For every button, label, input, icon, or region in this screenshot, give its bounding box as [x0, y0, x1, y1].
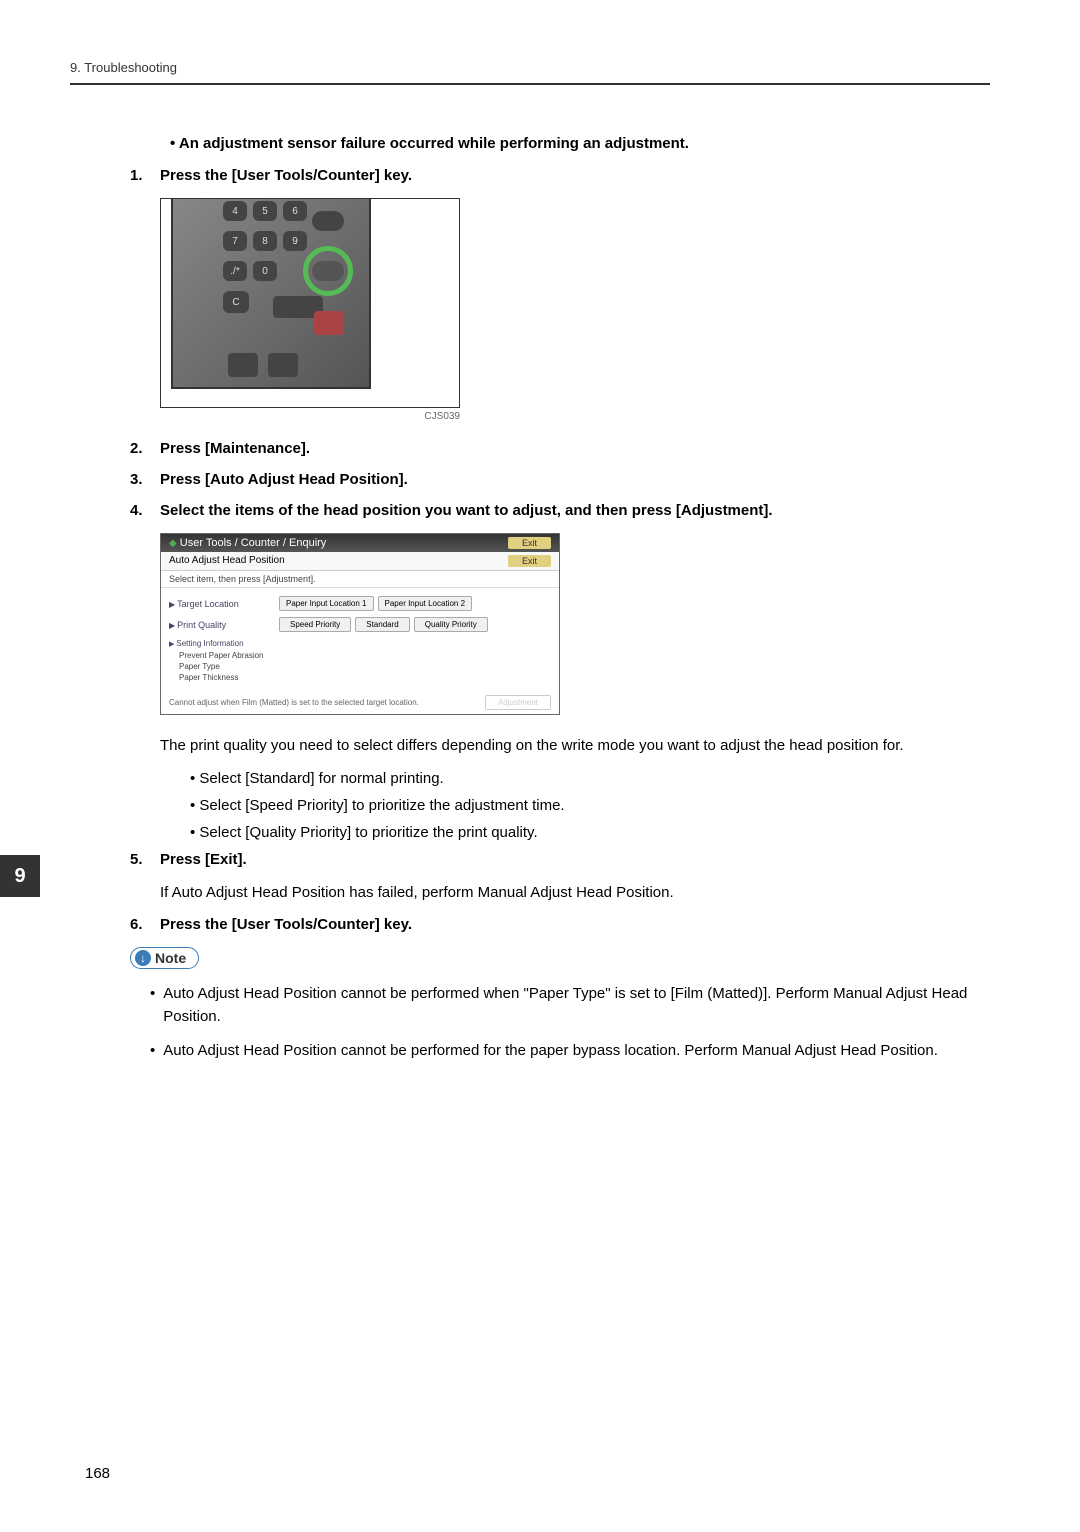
paper-type-label: Paper Type — [169, 661, 551, 672]
dialog-footer: Cannot adjust when Film (Matted) is set … — [161, 691, 559, 714]
step-5-body: If Auto Adjust Head Position has failed,… — [160, 882, 990, 905]
bullet-speed: Select [Speed Priority] to prioritize th… — [190, 797, 990, 814]
step-3: 3. Press [Auto Adjust Head Position]. — [130, 471, 990, 488]
speed-priority-button[interactable]: Speed Priority — [279, 617, 351, 632]
step-5-text: Press [Exit]. — [160, 851, 990, 868]
step-4: 4. Select the items of the head position… — [130, 502, 990, 519]
bottom-button-1 — [228, 353, 258, 377]
page-number: 168 — [85, 1465, 110, 1482]
stop-button — [314, 311, 344, 335]
note-badge: ↓ Note — [130, 947, 199, 969]
paper-thickness-label: Paper Thickness — [169, 672, 551, 683]
bullet-marker: • — [150, 983, 155, 1028]
bullet-standard: Select [Standard] for normal printing. — [190, 770, 990, 787]
target-location-row: Target Location Paper Input Location 1 P… — [169, 596, 551, 611]
keypad-6: 6 — [283, 201, 307, 221]
step-5: 5. Press [Exit]. — [130, 851, 990, 868]
keypad-8: 8 — [253, 231, 277, 251]
adjustment-button[interactable]: Adjustment — [485, 695, 551, 710]
dialog-body: Target Location Paper Input Location 1 P… — [161, 588, 559, 691]
step-4-text: Select the items of the head position yo… — [160, 502, 990, 519]
keypad-clear: C — [223, 291, 249, 313]
main-content: An adjustment sensor failure occurred wh… — [70, 135, 990, 1063]
bullet-marker: • — [150, 1040, 155, 1063]
note-1: • Auto Adjust Head Position cannot be pe… — [150, 983, 990, 1028]
intro-bullet: An adjustment sensor failure occurred wh… — [130, 135, 990, 152]
chapter-tab: 9 — [0, 855, 40, 897]
dialog-exit-button-sub[interactable]: Exit — [508, 555, 551, 567]
keypad-9: 9 — [283, 231, 307, 251]
note-2-text: Auto Adjust Head Position cannot be perf… — [163, 1040, 938, 1063]
step-6-text: Press the [User Tools/Counter] key. — [160, 916, 990, 933]
diamond-icon: ◆ — [169, 538, 177, 549]
target-location-label: Target Location — [169, 599, 279, 609]
step-1: 1. Press the [User Tools/Counter] key. — [130, 167, 990, 184]
keypad-container: 4 5 6 7 8 9 ./* 0 C — [160, 198, 460, 408]
keypad-star: ./* — [223, 261, 247, 281]
print-quality-label: Print Quality — [169, 620, 279, 630]
step-6-num: 6. — [130, 916, 160, 933]
note-label: Note — [155, 950, 186, 966]
note-2: • Auto Adjust Head Position cannot be pe… — [150, 1040, 990, 1063]
step-4-num: 4. — [130, 502, 160, 519]
page-header: 9. Troubleshooting — [70, 60, 990, 85]
dialog-title-text: ◆ User Tools / Counter / Enquiry — [169, 537, 326, 549]
dialog-subtitle-text: Auto Adjust Head Position — [169, 555, 285, 567]
step-3-num: 3. — [130, 471, 160, 488]
step-1-num: 1. — [130, 167, 160, 184]
dialog-figure: ◆ User Tools / Counter / Enquiry Exit Au… — [160, 533, 560, 715]
paper-input-location-2-button[interactable]: Paper Input Location 2 — [378, 596, 473, 611]
step-5-num: 5. — [130, 851, 160, 868]
keypad-panel: 4 5 6 7 8 9 ./* 0 C — [171, 198, 371, 389]
bottom-button-2 — [268, 353, 298, 377]
keypad-0: 0 — [253, 261, 277, 281]
step-2: 2. Press [Maintenance]. — [130, 440, 990, 457]
post-dialog-text: The print quality you need to select dif… — [160, 735, 990, 758]
keypad-4: 4 — [223, 201, 247, 221]
highlight-circle-icon — [303, 246, 353, 296]
keypad-5: 5 — [253, 201, 277, 221]
dialog-titlebar: ◆ User Tools / Counter / Enquiry Exit — [161, 534, 559, 552]
oval-button-1 — [312, 211, 344, 231]
keypad-figure: 4 5 6 7 8 9 ./* 0 C CJS039 — [160, 198, 990, 422]
step-3-text: Press [Auto Adjust Head Position]. — [160, 471, 990, 488]
step-1-text: Press the [User Tools/Counter] key. — [160, 167, 990, 184]
step-2-text: Press [Maintenance]. — [160, 440, 990, 457]
note-1-text: Auto Adjust Head Position cannot be perf… — [163, 983, 990, 1028]
step-2-num: 2. — [130, 440, 160, 457]
print-quality-row: Print Quality Speed Priority Standard Qu… — [169, 617, 551, 632]
setting-information: Setting Information Prevent Paper Abrasi… — [169, 638, 551, 683]
setting-info-label: Setting Information — [169, 638, 551, 650]
step-6: 6. Press the [User Tools/Counter] key. — [130, 916, 990, 933]
paper-input-location-1-button[interactable]: Paper Input Location 1 — [279, 596, 374, 611]
dialog-footer-text: Cannot adjust when Film (Matted) is set … — [169, 698, 419, 707]
bullet-quality: Select [Quality Priority] to prioritize … — [190, 824, 990, 841]
standard-button[interactable]: Standard — [355, 617, 409, 632]
keypad-7: 7 — [223, 231, 247, 251]
prevent-abrasion-label: Prevent Paper Abrasion — [169, 650, 551, 661]
quality-priority-button[interactable]: Quality Priority — [414, 617, 488, 632]
dialog-instruction: Select item, then press [Adjustment]. — [161, 571, 559, 588]
dialog-exit-button-top[interactable]: Exit — [508, 537, 551, 549]
dialog-window: ◆ User Tools / Counter / Enquiry Exit Au… — [160, 533, 560, 715]
keypad-label: CJS039 — [160, 411, 460, 422]
note-arrow-icon: ↓ — [135, 950, 151, 966]
dialog-subtitle-bar: Auto Adjust Head Position Exit — [161, 552, 559, 571]
